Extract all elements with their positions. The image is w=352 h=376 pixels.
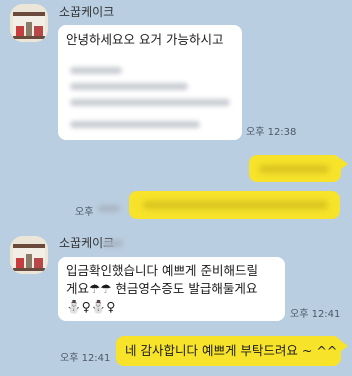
redacted-text bbox=[70, 99, 230, 106]
message-time: 오후 12:38 bbox=[246, 127, 297, 138]
redacted-text bbox=[143, 201, 328, 209]
message-text-line: 게요☂☂ 현금영수증도 발급해둘게요 bbox=[66, 281, 258, 296]
message-emoji-line: ⛄♀⛄♀ bbox=[66, 299, 116, 314]
redacted-text bbox=[103, 240, 123, 247]
redacted-text bbox=[259, 165, 329, 173]
message-bubble[interactable] bbox=[249, 155, 341, 182]
sender-avatar[interactable] bbox=[10, 4, 48, 42]
message-bubble[interactable]: 안녕하세요오 요거 가능하시고 bbox=[58, 25, 242, 140]
redacted-text bbox=[70, 83, 188, 90]
bubble-tail bbox=[340, 340, 348, 352]
message-time: 오후 12:41 bbox=[290, 309, 341, 320]
message-text: 네 감사합니다 예쁘게 부탁드려요 ~ ^^ bbox=[125, 343, 338, 358]
avatar-image bbox=[10, 4, 48, 42]
message-bubble[interactable] bbox=[129, 191, 340, 219]
bubble-tail bbox=[340, 158, 348, 170]
redacted-text bbox=[70, 67, 122, 74]
message-time: 오후 12:41 bbox=[60, 353, 111, 364]
redacted-text bbox=[70, 121, 200, 128]
sender-name: 소꿉케이크 bbox=[59, 5, 115, 19]
avatar-image bbox=[10, 236, 48, 274]
message-text-line: 입금확인했습니다 예쁘게 준비해드릴 bbox=[66, 263, 258, 278]
sender-avatar[interactable] bbox=[10, 236, 48, 274]
message-bubble[interactable]: 네 감사합니다 예쁘게 부탁드려요 ~ ^^ bbox=[116, 336, 341, 366]
message-text: 안녕하세요오 요거 가능하시고 bbox=[66, 32, 224, 47]
redacted-text bbox=[98, 205, 120, 212]
message-time: 오후 bbox=[75, 207, 94, 218]
message-bubble[interactable]: 입금확인했습니다 예쁘게 준비해드릴 게요☂☂ 현금영수증도 발급해둘게요 ⛄♀… bbox=[58, 257, 285, 321]
